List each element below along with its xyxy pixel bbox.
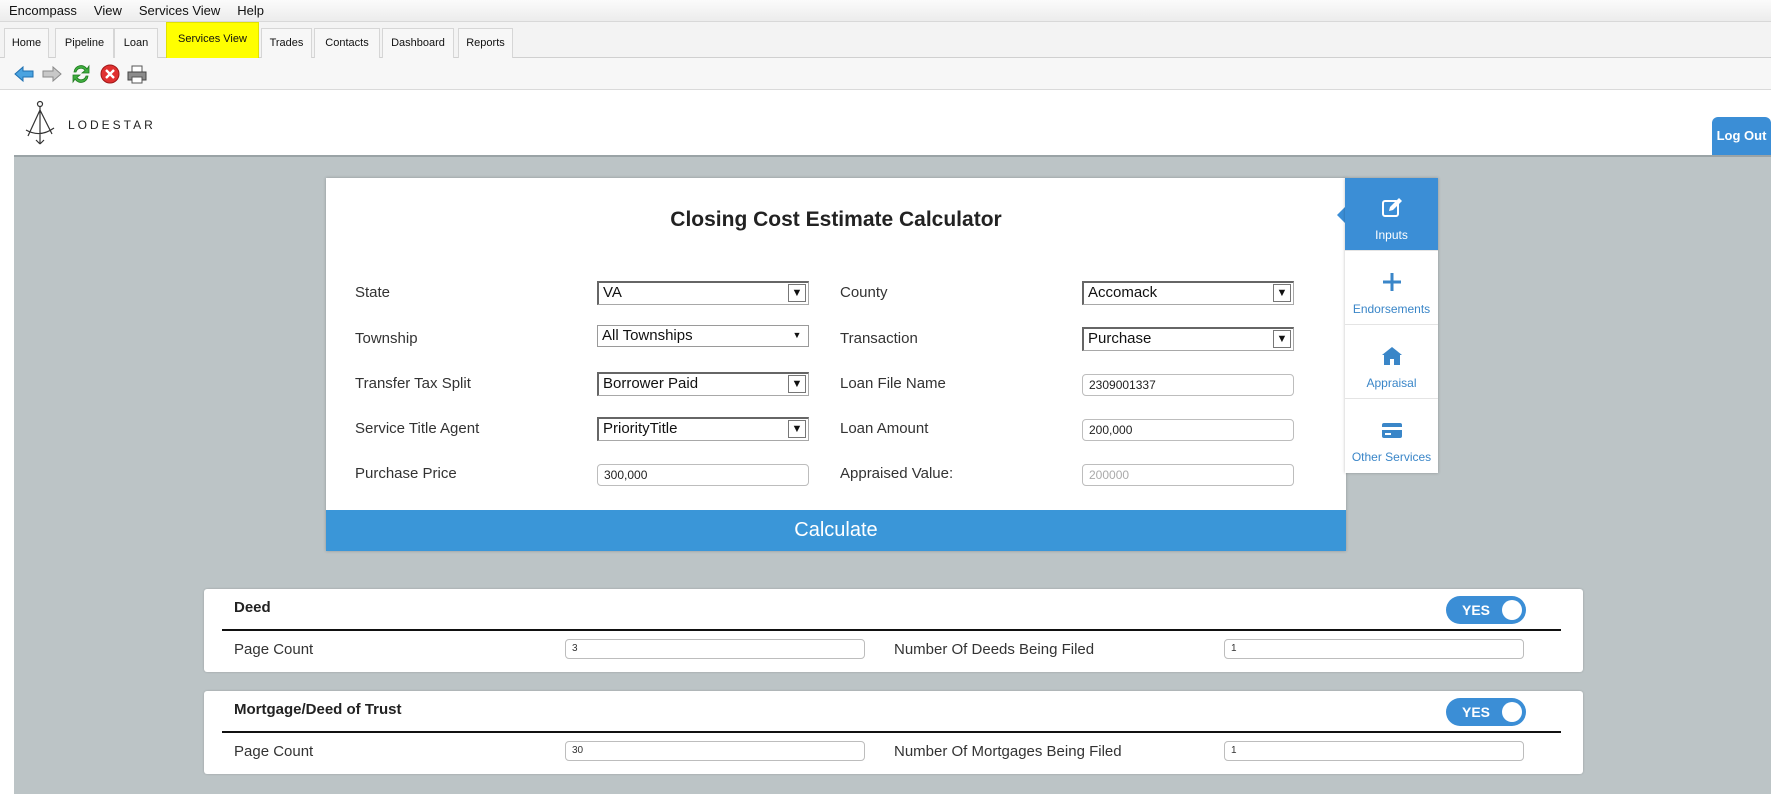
deed-page-count-input[interactable]: 3 xyxy=(565,639,865,659)
toggle-knob xyxy=(1502,702,1522,722)
menu-services-view[interactable]: Services View xyxy=(130,1,228,21)
side-item-label: Appraisal xyxy=(1366,376,1417,390)
menu-encompass[interactable]: Encompass xyxy=(0,1,85,21)
transaction-select[interactable]: Purchase ▼ xyxy=(1082,327,1294,351)
menu-view[interactable]: View xyxy=(85,1,130,21)
mortgage-toggle[interactable]: YES xyxy=(1446,698,1526,726)
tab-trades[interactable]: Trades xyxy=(261,28,312,58)
tab-loan[interactable]: Loan xyxy=(114,28,158,58)
loan-amount-label: Loan Amount xyxy=(840,420,929,437)
state-select[interactable]: VA ▼ xyxy=(597,281,809,305)
chevron-down-icon: ▼ xyxy=(1273,330,1291,348)
deed-toggle-label: YES xyxy=(1462,602,1491,618)
chevron-down-icon: ▼ xyxy=(788,375,806,393)
stop-icon[interactable] xyxy=(99,63,121,85)
mortgage-toggle-label: YES xyxy=(1462,704,1491,720)
logout-button[interactable]: Log Out xyxy=(1712,117,1771,155)
section-divider xyxy=(222,629,1561,631)
loan-amount-input[interactable]: 200,000 xyxy=(1082,419,1294,441)
title-agent-value: PriorityTitle xyxy=(603,420,678,437)
edit-icon xyxy=(1382,198,1402,217)
deed-title: Deed xyxy=(234,599,271,616)
side-item-appraisal[interactable]: Appraisal xyxy=(1345,326,1438,399)
transfer-tax-select[interactable]: Borrower Paid ▼ xyxy=(597,372,809,396)
tab-contacts[interactable]: Contacts xyxy=(314,28,380,58)
back-arrow-icon[interactable] xyxy=(13,63,35,85)
tab-reports[interactable]: Reports xyxy=(458,28,513,58)
mortgage-page-count-label: Page Count xyxy=(234,743,314,760)
chevron-down-icon: ▼ xyxy=(1273,284,1291,302)
plus-icon xyxy=(1383,273,1401,291)
tab-dashboard[interactable]: Dashboard xyxy=(382,28,454,58)
tab-bar: Home Pipeline Loan Services View Trades … xyxy=(0,22,1771,58)
toggle-knob xyxy=(1502,600,1522,620)
deed-section: Deed YES Page Count 3 Number Of Deeds Be… xyxy=(204,589,1583,672)
menu-help[interactable]: Help xyxy=(228,1,272,21)
side-item-label: Endorsements xyxy=(1352,302,1431,316)
title-agent-select[interactable]: PriorityTitle ▼ xyxy=(597,417,809,441)
title-agent-label: Service Title Agent xyxy=(355,420,480,437)
deed-page-count-label: Page Count xyxy=(234,641,314,658)
county-select[interactable]: Accomack ▼ xyxy=(1082,281,1294,305)
deed-toggle[interactable]: YES xyxy=(1446,596,1526,624)
side-item-inputs[interactable]: Inputs xyxy=(1345,178,1438,251)
caret-down-icon: ▼ xyxy=(788,327,806,345)
side-item-label: Other Services xyxy=(1351,450,1432,464)
side-panel: Inputs Endorsements Appraisal Other Serv… xyxy=(1345,178,1438,473)
loan-file-label: Loan File Name xyxy=(840,375,946,392)
side-item-other-services[interactable]: Other Services xyxy=(1345,400,1438,473)
mortgage-section: Mortgage/Deed of Trust YES Page Count 30… xyxy=(204,691,1583,774)
tab-pipeline[interactable]: Pipeline xyxy=(55,28,114,58)
purchase-price-input[interactable]: 300,000 xyxy=(597,464,809,486)
calculator-title: Closing Cost Estimate Calculator xyxy=(670,208,1002,231)
transfer-tax-label: Transfer Tax Split xyxy=(355,375,471,392)
mortgage-number-label: Number Of Mortgages Being Filed xyxy=(894,743,1122,760)
deed-number-input[interactable]: 1 xyxy=(1224,639,1524,659)
purchase-price-label: Purchase Price xyxy=(355,465,457,482)
appraised-value-label: Appraised Value: xyxy=(840,465,954,482)
home-icon xyxy=(1382,347,1402,365)
county-value: Accomack xyxy=(1088,284,1158,301)
app-header: LODESTAR Log Out xyxy=(0,90,1771,156)
state-label: State xyxy=(355,284,391,301)
transaction-value: Purchase xyxy=(1088,330,1152,347)
mortgage-title: Mortgage/Deed of Trust xyxy=(234,701,402,718)
calculator-card: Closing Cost Estimate Calculator State V… xyxy=(326,178,1346,551)
transaction-label: Transaction xyxy=(840,330,918,347)
toolbar xyxy=(0,58,1771,90)
refresh-icon[interactable] xyxy=(70,63,92,85)
mortgage-number-input[interactable]: 1 xyxy=(1224,741,1524,761)
forward-arrow-icon[interactable] xyxy=(41,63,63,85)
county-label: County xyxy=(840,284,888,301)
chevron-down-icon: ▼ xyxy=(788,420,806,438)
card-icon xyxy=(1382,423,1402,438)
tab-home[interactable]: Home xyxy=(4,28,49,58)
appraised-value-input[interactable]: 200000 xyxy=(1082,464,1294,486)
transfer-tax-value: Borrower Paid xyxy=(603,375,699,392)
township-value: All Townships xyxy=(602,327,693,344)
calculate-button[interactable]: Calculate xyxy=(326,510,1346,551)
mortgage-page-count-input[interactable]: 30 xyxy=(565,741,865,761)
side-item-label: Inputs xyxy=(1375,228,1408,242)
section-divider xyxy=(222,731,1561,733)
deed-number-label: Number Of Deeds Being Filed xyxy=(894,641,1095,658)
state-value: VA xyxy=(603,284,622,301)
side-item-endorsements[interactable]: Endorsements xyxy=(1345,252,1438,325)
township-select[interactable]: All Townships ▼ xyxy=(597,325,809,347)
loan-file-input[interactable]: 2309001337 xyxy=(1082,374,1294,396)
logo-text: LODESTAR xyxy=(68,118,156,132)
menu-bar: Encompass View Services View Help xyxy=(0,0,1771,22)
township-label: Township xyxy=(355,330,418,347)
chevron-down-icon: ▼ xyxy=(788,284,806,302)
lodestar-logo-icon xyxy=(25,100,55,145)
print-icon[interactable] xyxy=(126,63,148,85)
tab-services-view[interactable]: Services View xyxy=(166,22,259,58)
